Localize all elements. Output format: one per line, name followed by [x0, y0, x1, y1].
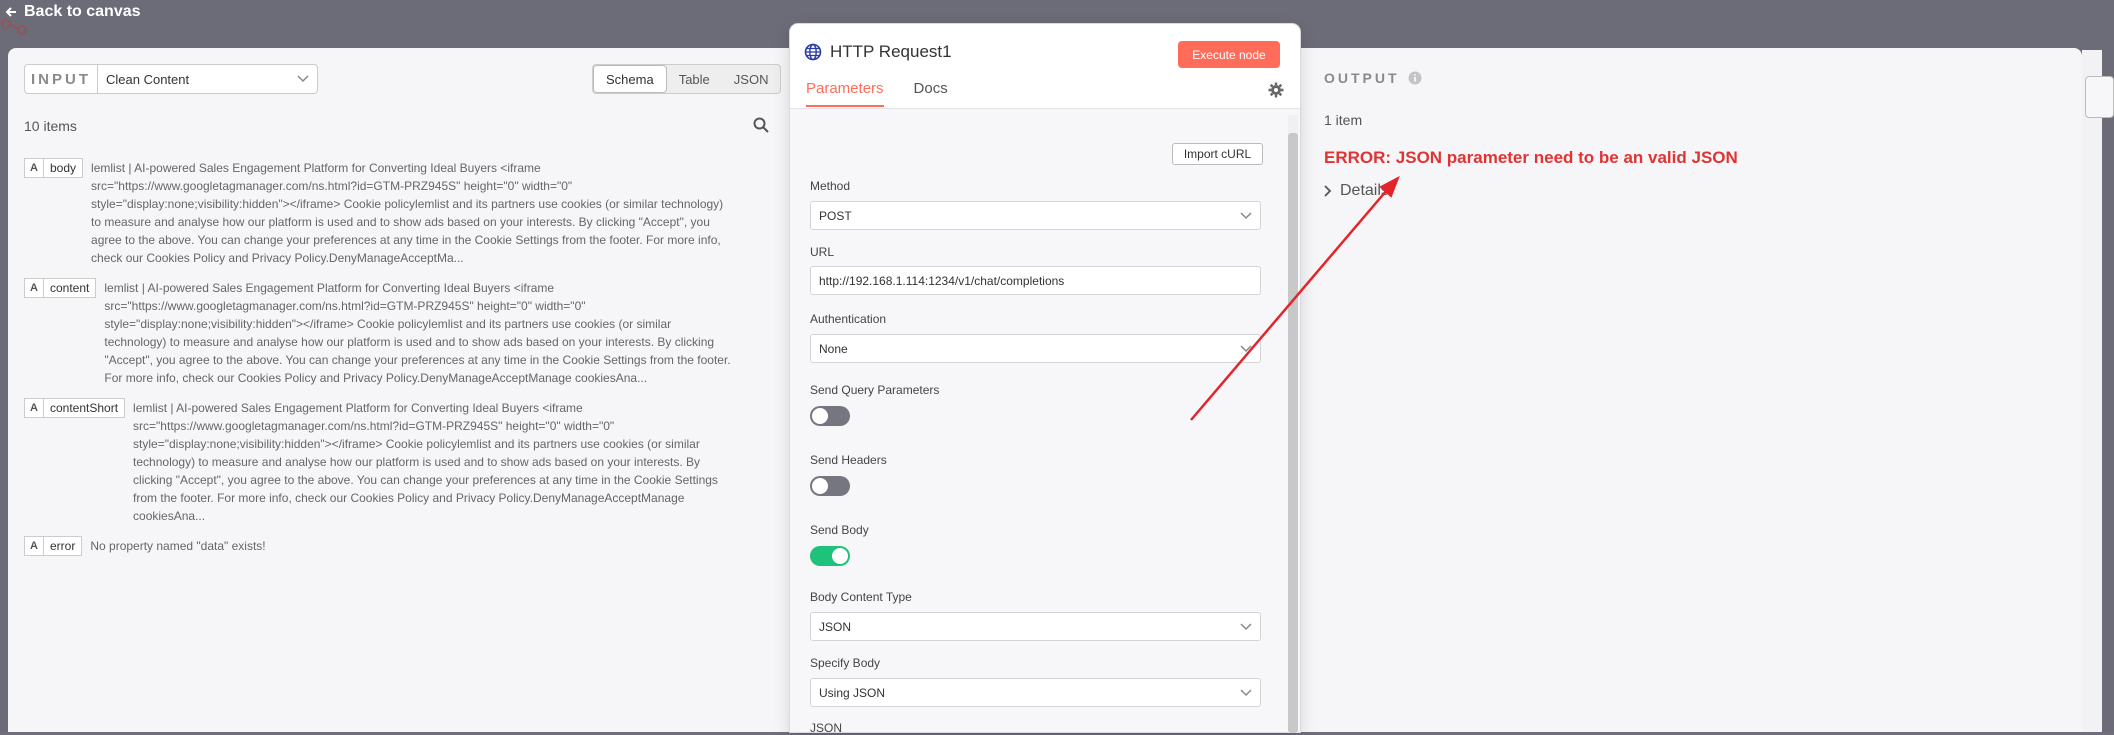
chevron-down-icon: [1240, 344, 1252, 352]
toggle-knob: [812, 478, 828, 494]
body-content-type-value: JSON: [819, 619, 852, 634]
schema-value: lemlist | AI-powered Sales Engagement Pl…: [133, 401, 718, 523]
body-content-type-label: Body Content Type: [810, 590, 912, 604]
send-headers-label: Send Headers: [810, 453, 887, 467]
specify-body-value: Using JSON: [819, 685, 886, 700]
send-headers-toggle[interactable]: [810, 476, 850, 496]
arrow-left-icon: [5, 7, 16, 17]
chevron-down-icon: [297, 75, 309, 83]
tab-docs[interactable]: Docs: [914, 80, 948, 107]
chevron-right-icon: [1324, 185, 1332, 197]
chevron-down-icon: [1240, 622, 1252, 630]
tab-json[interactable]: JSON: [722, 65, 781, 93]
string-type-icon: A: [24, 536, 44, 556]
display-mode-tabs: Schema Table JSON: [592, 64, 782, 94]
parameters-form: Import cURL Method POST URL http://192.1…: [790, 108, 1300, 735]
node-settings-card: HTTP Request1 Execute node Parameters Do…: [790, 24, 1300, 735]
input-items-count: 10 items: [24, 118, 77, 134]
schema-key[interactable]: body: [44, 158, 84, 178]
schema-key[interactable]: error: [44, 536, 83, 556]
authentication-value: None: [819, 341, 848, 356]
tab-schema[interactable]: Schema: [593, 65, 667, 93]
body-content-type-select[interactable]: JSON: [810, 612, 1261, 641]
schema-row: A error No property named "data" exists!: [24, 536, 266, 556]
toggle-knob: [832, 548, 848, 564]
authentication-label: Authentication: [810, 312, 887, 326]
import-curl-button[interactable]: Import cURL: [1172, 143, 1263, 165]
schema-row: A contentShort lemlist | AI-powered Sale…: [24, 398, 718, 525]
method-value: POST: [819, 208, 852, 223]
send-query-parameters-label: Send Query Parameters: [810, 383, 940, 397]
method-label: Method: [810, 179, 851, 193]
schema-key[interactable]: content: [44, 278, 97, 298]
authentication-select[interactable]: None: [810, 334, 1261, 363]
background-button: [2085, 76, 2114, 118]
input-panel: INPUT Clean Content Schema Table JSON 10…: [8, 48, 782, 732]
input-label: INPUT: [24, 64, 98, 94]
details-toggle[interactable]: Details: [1324, 182, 1389, 200]
background-panel-edge: [2082, 50, 2102, 732]
schema-value: lemlist | AI-powered Sales Engagement Pl…: [104, 281, 731, 385]
url-value: http://192.168.1.114:1234/v1/chat/comple…: [819, 273, 1065, 288]
search-icon[interactable]: [752, 116, 770, 134]
string-type-icon: A: [24, 278, 44, 298]
node-title[interactable]: HTTP Request1: [830, 42, 952, 62]
schema-row: A content lemlist | AI-powered Sales Eng…: [24, 278, 731, 387]
chevron-down-icon: [1240, 688, 1252, 696]
error-message: ERROR: JSON parameter need to be an vali…: [1324, 148, 1738, 167]
execute-node-button[interactable]: Execute node: [1178, 41, 1280, 68]
chevron-down-icon: [1240, 211, 1252, 219]
url-input[interactable]: http://192.168.1.114:1234/v1/chat/comple…: [810, 266, 1261, 295]
back-to-canvas-link[interactable]: Back to canvas: [4, 3, 141, 21]
specify-body-label: Specify Body: [810, 656, 881, 670]
schema-key[interactable]: contentShort: [44, 398, 126, 418]
json-label: JSON: [810, 721, 843, 735]
details-label: Details: [1340, 182, 1389, 199]
tab-parameters[interactable]: Parameters: [806, 80, 884, 107]
method-select[interactable]: POST: [810, 201, 1261, 230]
schema-row: A body lemlist | AI-powered Sales Engage…: [24, 158, 723, 267]
output-items-count: 1 item: [1324, 112, 1363, 128]
back-label: Back to canvas: [24, 3, 141, 20]
info-icon[interactable]: [1408, 71, 1422, 85]
tab-table[interactable]: Table: [667, 65, 722, 93]
input-node-select-value: Clean Content: [106, 71, 190, 87]
gear-icon[interactable]: [1268, 82, 1284, 98]
schema-value: No property named "data" exists!: [90, 539, 266, 553]
schema-value: lemlist | AI-powered Sales Engagement Pl…: [91, 161, 724, 265]
scrollbar-thumb[interactable]: [1288, 133, 1298, 733]
scrollbar[interactable]: [1288, 115, 1298, 733]
globe-icon: [804, 43, 822, 61]
output-panel: OUTPUT 1 item ERROR: JSON parameter need…: [1308, 48, 2082, 732]
string-type-icon: A: [24, 158, 44, 178]
specify-body-select[interactable]: Using JSON: [810, 678, 1261, 707]
url-label: URL: [810, 245, 835, 259]
output-label: OUTPUT: [1324, 70, 1400, 86]
toggle-knob: [812, 408, 828, 424]
string-type-icon: A: [24, 398, 44, 418]
input-node-select[interactable]: Clean Content: [98, 64, 318, 94]
send-body-label: Send Body: [810, 523, 869, 537]
send-query-parameters-toggle[interactable]: [810, 406, 850, 426]
send-body-toggle[interactable]: [810, 546, 850, 566]
